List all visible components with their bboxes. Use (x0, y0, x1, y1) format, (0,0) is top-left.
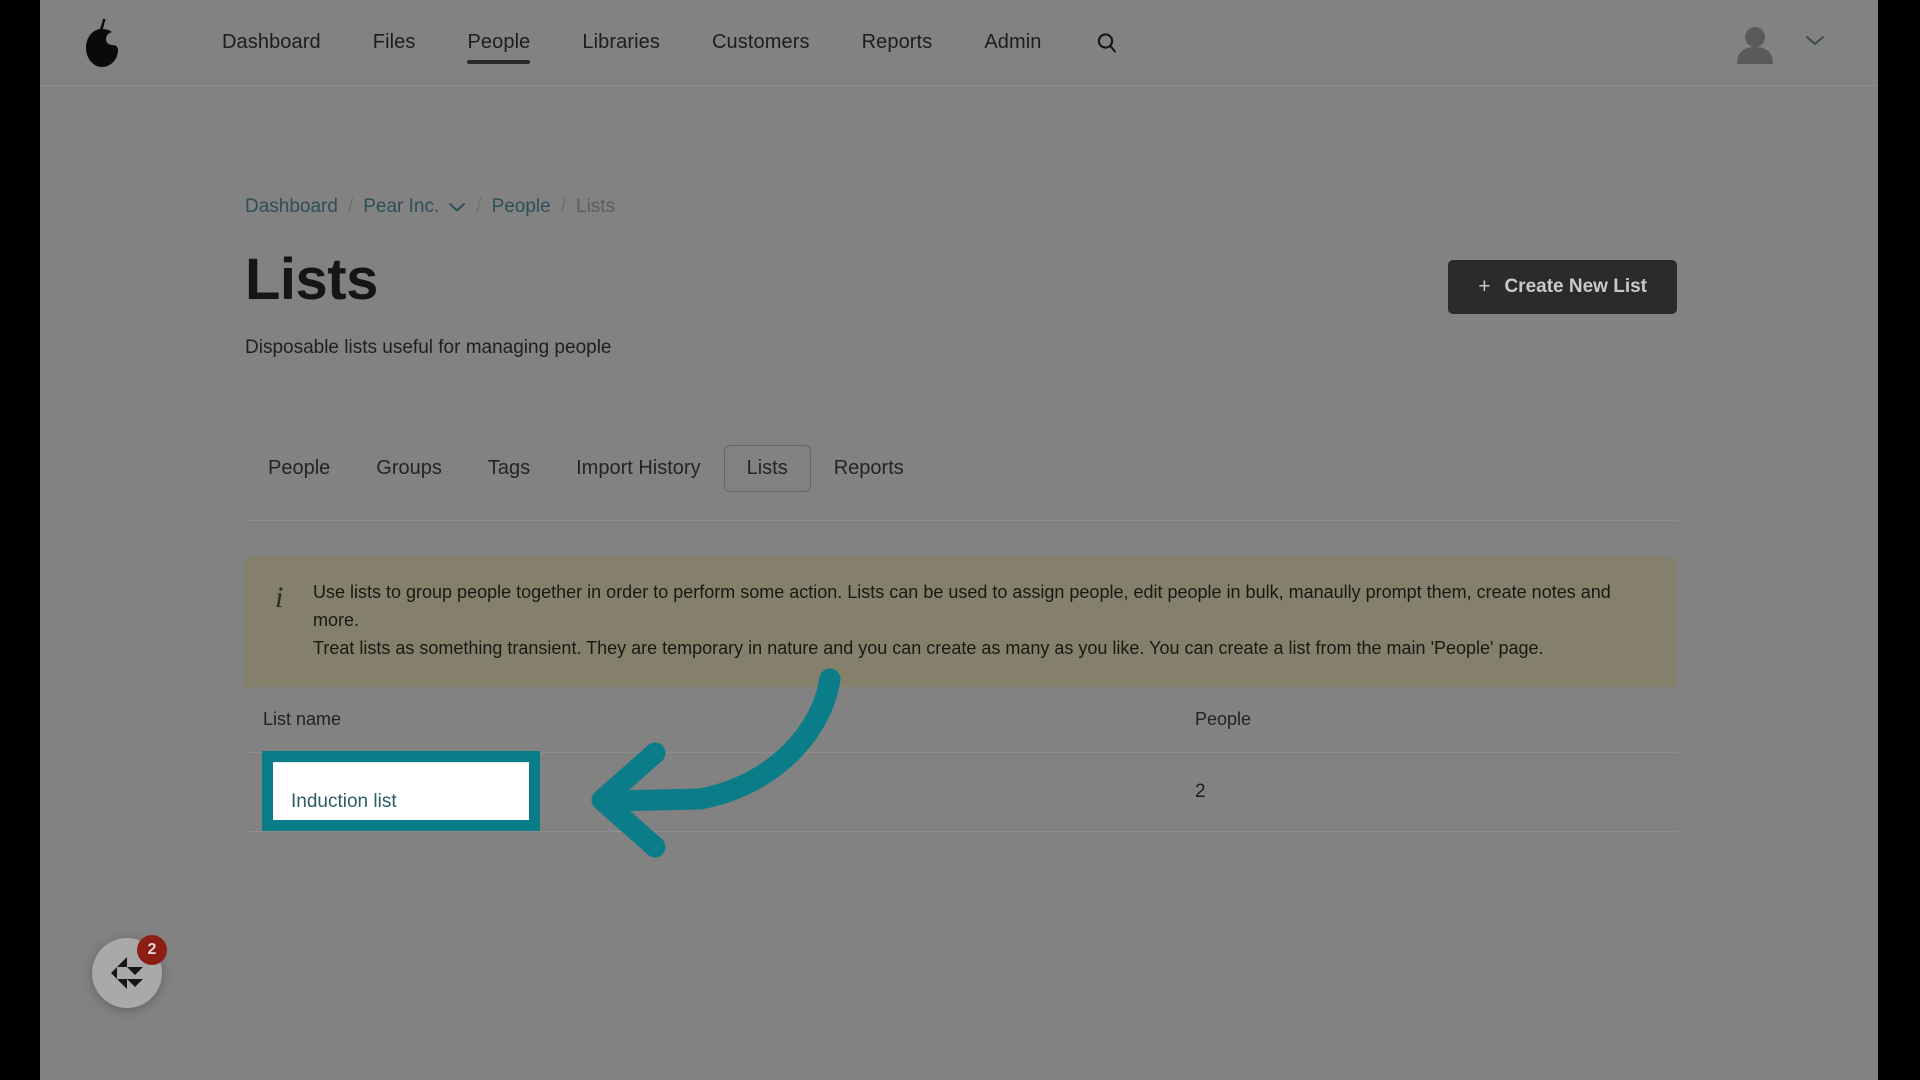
info-banner-text: Use lists to group people together in or… (313, 579, 1651, 663)
chevron-glyph (1806, 36, 1824, 45)
nav-item-people[interactable]: People (441, 0, 556, 86)
page-body: Dashboard / Pear Inc. / People / Lists L… (40, 86, 1878, 1080)
breadcrumb-separator: / (560, 196, 567, 217)
tab-label: Tags (487, 456, 531, 479)
avatar[interactable] (1734, 22, 1776, 64)
nav-item-files[interactable]: Files (347, 0, 442, 86)
tab-label: Groups (376, 456, 442, 479)
column-header-people[interactable]: People (1177, 686, 1677, 753)
nav-item-label: People (467, 31, 531, 53)
breadcrumb-org[interactable]: Pear Inc. (363, 196, 466, 218)
tab-label: People (268, 456, 331, 479)
pear-logo-icon[interactable] (54, 17, 150, 69)
top-navbar: Dashboard Files People Libraries Custome… (40, 0, 1878, 86)
tab-groups[interactable]: Groups (353, 445, 465, 492)
tab-import-history[interactable]: Import History (553, 445, 723, 492)
search-icon[interactable] (1090, 26, 1124, 60)
pear-logo-glyph (86, 18, 118, 67)
nav-item-label: Customers (711, 31, 810, 53)
chat-widget-button[interactable]: 2 (92, 935, 167, 1008)
highlight-list-name-link[interactable]: Induction list (273, 762, 529, 820)
page-titles: Lists Disposable lists useful for managi… (245, 247, 1448, 359)
nav-item-admin[interactable]: Admin (958, 0, 1067, 86)
search-glyph (1097, 32, 1116, 53)
create-new-list-button[interactable]: + Create New List (1448, 260, 1677, 314)
page-header: Lists Disposable lists useful for managi… (245, 247, 1677, 359)
nav-item-dashboard[interactable]: Dashboard (196, 0, 347, 86)
nav-item-label: Admin (984, 31, 1042, 53)
table-header-row: List name People (245, 686, 1677, 753)
account-chevron-down-icon[interactable] (1804, 33, 1826, 52)
content-column: Dashboard / Pear Inc. / People / Lists L… (245, 86, 1677, 832)
breadcrumb: Dashboard / Pear Inc. / People / Lists (245, 86, 1677, 218)
nav-item-libraries[interactable]: Libraries (556, 0, 686, 86)
nav-item-label: Dashboard (222, 31, 321, 53)
info-banner-line-2: Treat lists as something transient. They… (313, 637, 1544, 658)
tab-people[interactable]: People (245, 445, 353, 492)
chat-unread-badge: 2 (137, 935, 167, 965)
user-avatar-icon (1737, 26, 1773, 64)
tab-label: Import History (576, 456, 701, 479)
breadcrumb-people[interactable]: People (492, 196, 551, 218)
breadcrumb-current: Lists (576, 196, 616, 217)
highlight-row: Induction list (273, 762, 529, 820)
info-banner: i Use lists to group people together in … (245, 556, 1677, 687)
create-new-list-label: Create New List (1504, 276, 1647, 297)
column-header-list-name[interactable]: List name (245, 686, 1177, 753)
nav-item-label: Reports (861, 31, 933, 53)
nav-item-customers[interactable]: Customers (686, 0, 836, 86)
page-title: Lists (245, 247, 378, 312)
nav-item-label: Libraries (582, 31, 660, 53)
annotation-highlight-box: Induction list (262, 751, 540, 831)
breadcrumb-separator: / (347, 196, 354, 217)
plus-icon: + (1478, 275, 1491, 298)
tab-lists[interactable]: Lists (723, 444, 811, 492)
nav-links: Dashboard Files People Libraries Custome… (196, 0, 1124, 86)
section-tabs: People Groups Tags Import History Lists … (245, 444, 1677, 521)
table-head: List name People (245, 686, 1677, 753)
account-area (1734, 22, 1826, 64)
tab-label: Lists (746, 456, 788, 479)
nav-item-reports[interactable]: Reports (836, 0, 959, 86)
cell-people-count: 2 (1177, 752, 1677, 832)
info-banner-line-1: Use lists to group people together in or… (313, 581, 1611, 630)
breadcrumb-chevron-down-icon[interactable] (448, 201, 466, 213)
info-icon: i (275, 580, 284, 614)
nav-item-label: Files (372, 31, 416, 53)
tab-tags[interactable]: Tags (465, 445, 553, 492)
tab-label: Reports (833, 456, 904, 479)
page-subtitle: Disposable lists useful for managing peo… (245, 336, 612, 358)
breadcrumb-dashboard[interactable]: Dashboard (245, 196, 338, 218)
app-window: Dashboard Files People Libraries Custome… (40, 0, 1878, 1080)
breadcrumb-separator: / (476, 196, 482, 217)
breadcrumb-org-label: Pear Inc. (363, 196, 440, 217)
tab-reports[interactable]: Reports (811, 445, 927, 492)
